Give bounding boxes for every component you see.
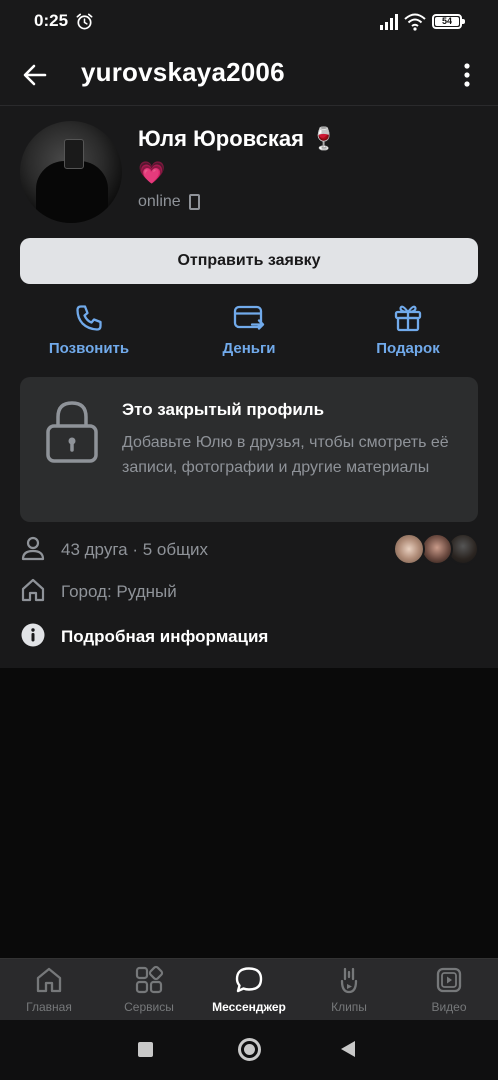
nav-services-label: Сервисы	[124, 1000, 174, 1014]
details-text: Подробная информация	[61, 627, 269, 646]
recent-apps-button[interactable]	[138, 1042, 153, 1057]
page-title: yurovskaya2006	[81, 57, 285, 87]
bottom-navigation: Главная Сервисы Мессенджер Клипы Видео	[0, 958, 498, 1020]
messenger-icon	[235, 967, 263, 993]
profile-status-emoji: 💗	[138, 160, 166, 185]
signal-icon	[380, 14, 398, 30]
online-status: online	[138, 193, 181, 210]
mobile-phone-icon	[189, 194, 200, 210]
private-profile-card: Это закрытый профиль Добавьте Юлю в друз…	[20, 377, 478, 522]
city-row: Город: Рудный	[20, 577, 260, 605]
mutual-friends-avatars[interactable]	[393, 533, 481, 567]
gift-icon	[394, 305, 422, 332]
nav-home-label: Главная	[26, 1000, 72, 1014]
home-button[interactable]	[238, 1038, 261, 1061]
nav-messenger-label: Мессенджер	[212, 1000, 286, 1014]
friend-avatar	[393, 533, 425, 565]
more-vertical-icon[interactable]	[452, 58, 482, 92]
money-button[interactable]: Деньги	[179, 302, 319, 364]
battery-icon: 54	[432, 14, 465, 29]
private-profile-text: Добавьте Юлю в друзья, чтобы смотреть её…	[122, 434, 449, 476]
back-button[interactable]	[341, 1041, 355, 1057]
friends-row[interactable]: 43 друга · 5 общих	[20, 535, 260, 563]
friend-avatar	[421, 533, 453, 565]
send-friend-request-button[interactable]: Отправить заявку	[20, 238, 478, 284]
nav-video[interactable]: Видео	[401, 965, 497, 1019]
clips-icon	[340, 967, 358, 994]
details-row[interactable]: Подробная информация	[20, 622, 300, 650]
gift-label: Подарок	[376, 340, 440, 357]
nav-home[interactable]: Главная	[1, 965, 97, 1019]
nav-clips-label: Клипы	[331, 1000, 367, 1014]
nav-services[interactable]: Сервисы	[101, 965, 197, 1019]
friends-count: 43 друга · 5 общих	[61, 540, 209, 559]
avatar[interactable]	[20, 121, 122, 223]
home-icon	[21, 578, 45, 602]
phone-icon	[76, 305, 102, 331]
nav-video-label: Видео	[431, 1000, 467, 1014]
system-navigation-bar	[0, 1020, 498, 1080]
status-bar: 0:25 54	[0, 0, 498, 44]
home-icon	[36, 967, 62, 993]
top-bar: yurovskaya2006	[0, 44, 498, 106]
call-label: Позвонить	[48, 340, 130, 357]
arrow-left-icon[interactable]	[18, 58, 52, 92]
services-icon	[135, 965, 164, 994]
alarm-icon	[76, 13, 93, 30]
person-icon	[21, 536, 45, 561]
profile-name: Юля Юровская 🍷	[138, 126, 338, 151]
video-icon	[436, 967, 462, 993]
wifi-icon	[404, 13, 426, 31]
info-icon	[21, 623, 45, 647]
lock-icon	[46, 401, 98, 463]
gift-button[interactable]: Подарок	[338, 302, 478, 364]
battery-level: 54	[435, 17, 459, 26]
nav-clips[interactable]: Клипы	[301, 965, 397, 1019]
nav-messenger[interactable]: Мессенджер	[201, 965, 297, 1019]
money-transfer-icon	[233, 305, 265, 330]
call-button[interactable]: Позвонить	[19, 302, 159, 364]
status-time: 0:25	[34, 11, 69, 30]
money-label: Деньги	[222, 340, 276, 357]
profile-page: yurovskaya2006 Юля Юровская 🍷 💗 online О…	[0, 44, 498, 668]
private-profile-title: Это закрытый профиль	[122, 400, 325, 419]
city-text: Город: Рудный	[61, 582, 177, 601]
